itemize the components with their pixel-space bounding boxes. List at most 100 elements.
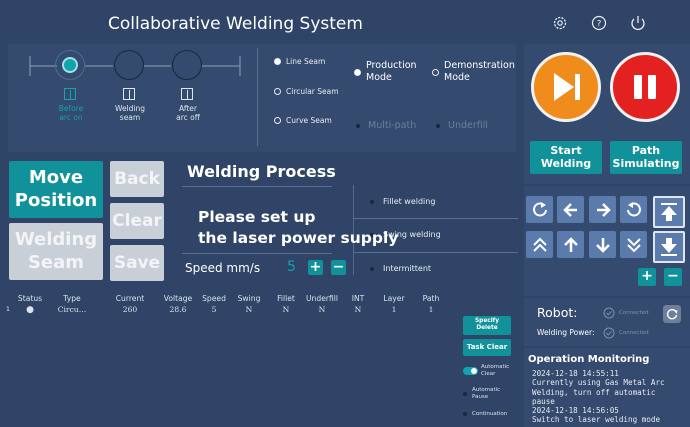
- laser-power-message: Please set up the laser power supply: [198, 208, 399, 247]
- stage-before-arc-on-indicator[interactable]: [55, 50, 85, 80]
- column-header: Voltage: [163, 294, 193, 303]
- radio-unselected: [274, 88, 281, 95]
- automatic-clear-toggle[interactable]: Automatic Clear: [463, 364, 509, 377]
- multi-path-option[interactable]: Multi-path: [356, 120, 416, 131]
- mode-demonstration[interactable]: Demonstration Mode: [432, 60, 515, 84]
- process-title: Welding Process: [187, 162, 336, 181]
- robot-label: Robot:: [537, 305, 578, 320]
- option-dot: [370, 199, 374, 204]
- check-circle-icon: [603, 307, 615, 319]
- decrease-button[interactable]: −: [664, 268, 682, 286]
- arrow-left-icon: [562, 202, 577, 217]
- path-simulating-button[interactable]: Path Simulating: [610, 141, 682, 174]
- monitoring-log: 2024-12-18 14:55:11 Currently using Gas …: [532, 369, 665, 425]
- pause-icon: [634, 75, 656, 99]
- column-header: Fillet: [277, 294, 295, 303]
- underfill-option[interactable]: Underfill: [436, 120, 488, 131]
- svg-text:?: ?: [597, 20, 602, 30]
- fast-up-button[interactable]: [526, 231, 553, 258]
- radio-unselected: [432, 68, 439, 76]
- column-header: Layer: [383, 294, 405, 303]
- rotate-ccw-icon: [532, 201, 547, 216]
- pause-button[interactable]: [610, 52, 680, 122]
- specify-delete-button[interactable]: Specify Delete: [463, 316, 511, 335]
- speed-label: Speed mm/s: [185, 261, 261, 275]
- save-button[interactable]: Save: [110, 245, 164, 281]
- door-icon: [64, 88, 76, 100]
- refresh-icon: [666, 309, 678, 320]
- column-header: Type: [63, 294, 81, 303]
- settings-icon[interactable]: [551, 14, 569, 32]
- current-cell: 260: [122, 305, 138, 314]
- stage-label: Before arc on: [58, 104, 84, 122]
- radio-selected: [354, 68, 361, 76]
- rotate-ccw-button[interactable]: [526, 196, 553, 223]
- welding-power-label: Welding Power:: [537, 328, 595, 337]
- option-dot: [463, 391, 467, 396]
- radio-unselected: [274, 117, 281, 124]
- fast-down-button[interactable]: [620, 231, 647, 258]
- speed-value: 5: [287, 259, 296, 275]
- move-up-button[interactable]: [557, 231, 584, 258]
- seam-option-curve[interactable]: Curve Seam: [274, 116, 332, 125]
- layer-cell: 1: [391, 305, 397, 314]
- axis-down-button[interactable]: [653, 231, 685, 263]
- welding-power-status: Connected: [603, 327, 649, 339]
- robot-status: Connected: [603, 307, 649, 319]
- fillet-welding-option[interactable]: Fillet welding: [370, 197, 435, 206]
- double-chevron-up-icon: [532, 237, 547, 252]
- task-clear-button[interactable]: Task Clear: [463, 339, 511, 356]
- continuation-option[interactable]: Continuation: [463, 411, 507, 417]
- move-right-button[interactable]: [589, 196, 616, 223]
- start-play-button[interactable]: [531, 52, 601, 122]
- monitoring-title: Operation Monitoring: [528, 354, 650, 365]
- check-circle-icon: [603, 327, 615, 339]
- stage-after-arc-off-indicator[interactable]: [172, 50, 202, 80]
- column-header: Speed: [202, 294, 226, 303]
- intermittent-option[interactable]: Intermittent: [370, 264, 431, 273]
- option-dot: [463, 412, 467, 416]
- rotate-cw-button[interactable]: [620, 196, 647, 223]
- increase-button[interactable]: +: [638, 268, 656, 286]
- arrow-up-icon: [563, 236, 578, 252]
- divider: [182, 186, 332, 187]
- power-icon[interactable]: [629, 14, 647, 32]
- rotate-cw-icon: [626, 201, 641, 216]
- back-button[interactable]: Back: [110, 161, 164, 197]
- axis-up-button[interactable]: [653, 196, 685, 228]
- seam-option-circular[interactable]: Circular Seam: [274, 87, 339, 96]
- option-dot: [356, 123, 360, 128]
- play-step-icon: [554, 73, 580, 101]
- column-header: INT: [351, 294, 365, 303]
- arrow-top-icon: [661, 203, 677, 221]
- column-header: Current: [115, 294, 145, 303]
- help-icon[interactable]: ?: [590, 14, 608, 32]
- refresh-button[interactable]: [663, 305, 681, 323]
- speed-plus-button[interactable]: +: [308, 260, 323, 275]
- fillet-cell: N: [282, 305, 290, 314]
- speed-cell: 5: [211, 305, 217, 314]
- radio-selected: [274, 58, 281, 65]
- arrow-down-icon: [595, 237, 610, 253]
- automatic-pause-option[interactable]: Automatic Pause: [463, 387, 500, 400]
- status-dot: ●: [26, 305, 34, 315]
- table-row[interactable]: 1 ● Circu… 260 28.6 5 N N N N 1 1: [0, 305, 456, 317]
- swing-cell: N: [245, 305, 253, 314]
- double-chevron-down-icon: [626, 237, 641, 252]
- mode-production[interactable]: Production Mode: [354, 60, 417, 84]
- column-header: Underfill: [306, 294, 338, 303]
- arrow-bottom-icon: [661, 238, 677, 256]
- stage-label: After arc off: [176, 104, 200, 122]
- door-icon: [181, 88, 193, 100]
- move-left-button[interactable]: [557, 196, 584, 223]
- door-icon: [123, 88, 135, 100]
- move-down-button[interactable]: [589, 231, 616, 258]
- speed-minus-button[interactable]: −: [331, 260, 346, 275]
- stage-welding-seam-indicator[interactable]: [114, 50, 144, 80]
- start-welding-button[interactable]: Start Welding: [530, 141, 602, 174]
- welding-seam-button[interactable]: Welding Seam: [9, 223, 103, 280]
- divider: [182, 253, 332, 254]
- move-position-button[interactable]: Move Position: [9, 161, 103, 218]
- clear-button[interactable]: Clear: [110, 203, 164, 239]
- seam-option-line[interactable]: Line Seam: [274, 57, 325, 66]
